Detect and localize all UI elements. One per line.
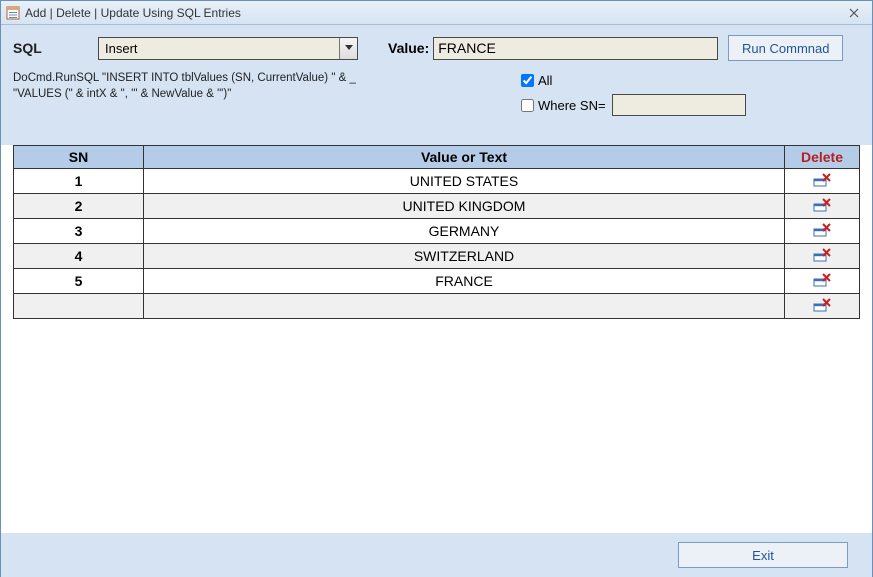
form-icon	[5, 5, 21, 21]
delete-row-button[interactable]	[812, 222, 832, 238]
cell-value: UNITED STATES	[144, 169, 785, 194]
col-header-delete: Delete	[785, 146, 860, 169]
col-header-sn: SN	[14, 146, 144, 169]
table-row: 3GERMANY	[14, 219, 860, 244]
cell-value: FRANCE	[144, 269, 785, 294]
close-button[interactable]	[840, 5, 868, 21]
exit-button[interactable]: Exit	[678, 542, 848, 568]
cell-value	[144, 294, 785, 319]
cell-sn: 5	[14, 269, 144, 294]
cell-sn: 3	[14, 219, 144, 244]
cell-delete	[785, 194, 860, 219]
form-area: SQL Insert Value: Run Commnad DoCmd.RunS…	[1, 25, 872, 145]
col-header-value: Value or Text	[144, 146, 785, 169]
where-sn-label: Where SN=	[538, 98, 606, 113]
value-label: Value:	[388, 40, 429, 56]
chevron-down-icon	[339, 38, 357, 59]
value-input[interactable]	[433, 37, 718, 60]
all-label: All	[538, 73, 552, 88]
cell-delete	[785, 219, 860, 244]
cell-value: GERMANY	[144, 219, 785, 244]
table-row: 4SWITZERLAND	[14, 244, 860, 269]
delete-row-button[interactable]	[812, 172, 832, 188]
sql-combobox-value: Insert	[105, 41, 339, 56]
sql-preview: DoCmd.RunSQL "INSERT INTO tblValues (SN,…	[13, 71, 373, 102]
sql-label: SQL	[13, 40, 98, 56]
delete-row-button[interactable]	[812, 247, 832, 263]
sql-combobox[interactable]: Insert	[98, 37, 358, 60]
cell-delete	[785, 269, 860, 294]
cell-sn: 1	[14, 169, 144, 194]
table-row: 1UNITED STATES	[14, 169, 860, 194]
where-sn-input[interactable]	[612, 94, 746, 116]
cell-sn: 4	[14, 244, 144, 269]
cell-sn: 2	[14, 194, 144, 219]
cell-value: UNITED KINGDOM	[144, 194, 785, 219]
delete-row-button[interactable]	[812, 297, 832, 313]
all-checkbox[interactable]	[521, 74, 534, 87]
titlebar: Add | Delete | Update Using SQL Entries	[1, 1, 872, 25]
delete-row-button[interactable]	[812, 272, 832, 288]
delete-row-button[interactable]	[812, 197, 832, 213]
footer: Exit	[1, 533, 872, 577]
where-sn-checkbox[interactable]	[521, 99, 534, 112]
table-row: 2UNITED KINGDOM	[14, 194, 860, 219]
cell-sn	[14, 294, 144, 319]
values-table: SN Value or Text Delete 1UNITED STATES2U…	[13, 145, 860, 319]
table-row	[14, 294, 860, 319]
cell-delete	[785, 244, 860, 269]
cell-value: SWITZERLAND	[144, 244, 785, 269]
run-command-button[interactable]: Run Commnad	[728, 35, 843, 61]
table-row: 5FRANCE	[14, 269, 860, 294]
window-title: Add | Delete | Update Using SQL Entries	[25, 6, 840, 20]
cell-delete	[785, 169, 860, 194]
cell-delete	[785, 294, 860, 319]
